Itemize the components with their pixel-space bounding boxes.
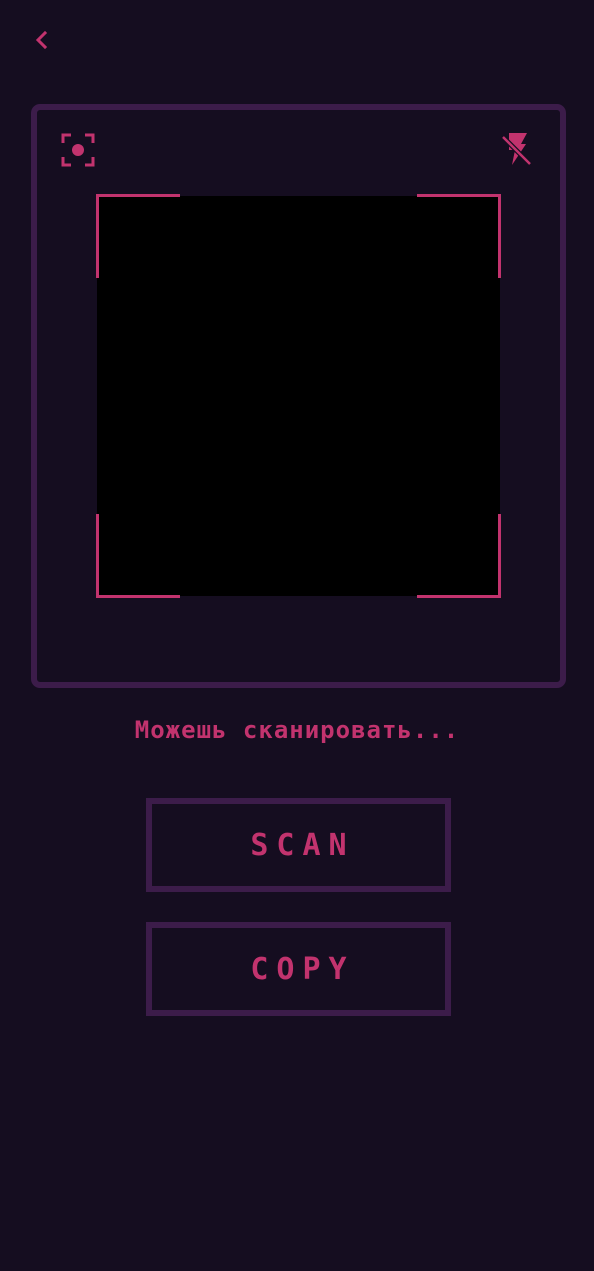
chevron-left-icon [35,30,48,50]
viewfinder-corner-top-right [417,194,501,278]
viewfinder-corner-top-left [96,194,180,278]
flash-toggle-button[interactable] [498,131,534,167]
viewfinder-corner-bottom-right [417,514,501,598]
viewfinder-corner-bottom-left [96,514,180,598]
focus-icon [61,133,95,167]
status-text: Можешь сканировать... [134,716,460,744]
focus-button[interactable] [60,132,96,168]
back-button[interactable] [26,24,58,56]
scan-button[interactable]: SCAN [146,798,451,892]
flash-off-icon [501,133,532,166]
copy-button[interactable]: COPY [146,922,451,1016]
